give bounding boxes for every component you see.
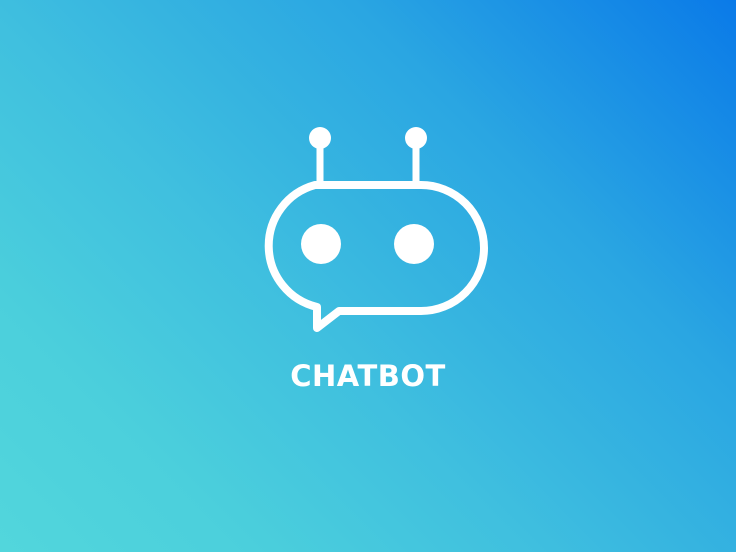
splash-canvas: CHATBOT	[0, 0, 736, 552]
antenna-left	[309, 127, 331, 186]
chatbot-logo-icon	[264, 127, 488, 332]
antenna-right	[405, 127, 427, 186]
eye-left	[301, 224, 341, 264]
eye-right	[394, 224, 434, 264]
brand-wordmark: CHATBOT	[290, 359, 446, 393]
speech-bubble-head	[264, 181, 488, 332]
